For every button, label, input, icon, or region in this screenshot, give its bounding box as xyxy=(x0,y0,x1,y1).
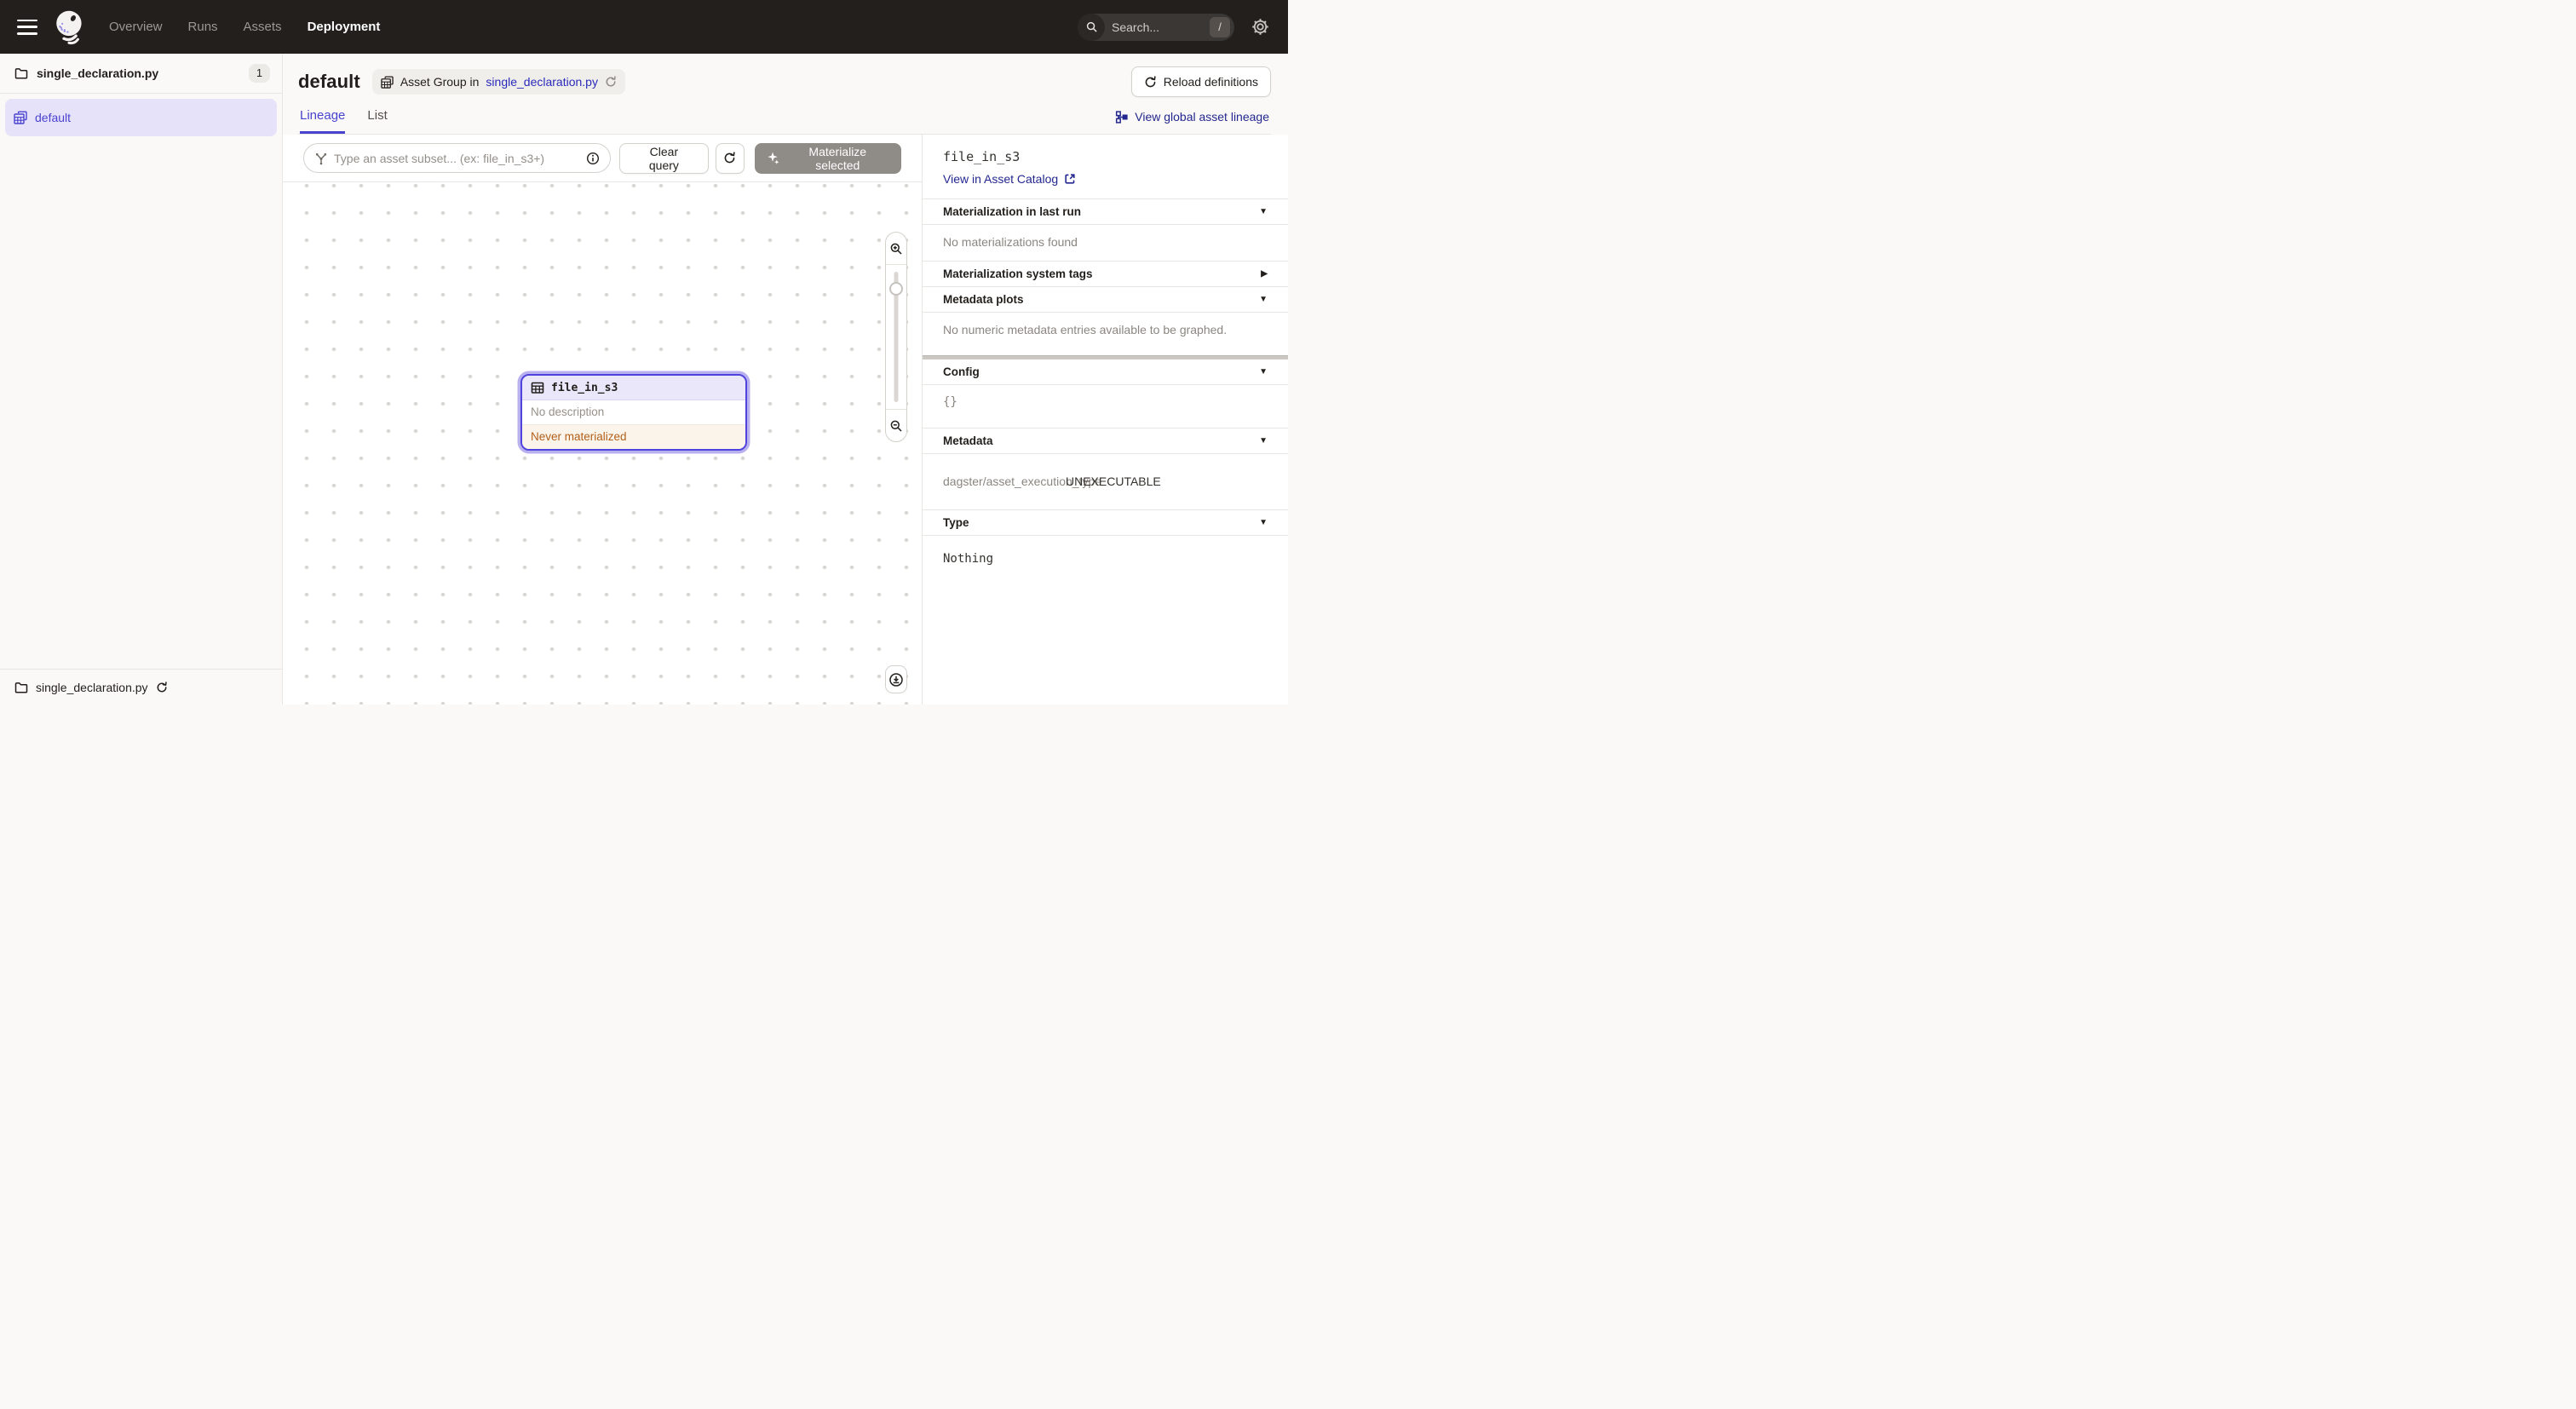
download-icon xyxy=(888,672,904,687)
refresh-graph-button[interactable] xyxy=(716,143,745,174)
metadata-key: dagster/asset_execution_type xyxy=(943,474,1066,488)
sparkle-icon xyxy=(767,152,779,164)
asset-group-context-pill: Asset Group in single_declaration.py xyxy=(372,69,625,95)
dagster-logo[interactable] xyxy=(49,8,87,47)
section-materialization-system-tags[interactable]: Materialization system tags ▶ xyxy=(923,261,1288,286)
view-in-asset-catalog-link[interactable]: View in Asset Catalog xyxy=(943,172,1268,186)
config-value: {} xyxy=(923,384,1288,428)
context-repo-link[interactable]: single_declaration.py xyxy=(486,75,598,89)
zoom-controls xyxy=(885,232,907,442)
reload-location-icon[interactable] xyxy=(605,76,617,88)
asset-group-header: default Asset Group in single_declaratio… xyxy=(283,54,1288,135)
materialize-selected-button[interactable]: Materialize selected xyxy=(755,143,901,174)
global-search[interactable]: / xyxy=(1078,14,1234,41)
section-type[interactable]: Type ▼ xyxy=(923,509,1288,535)
zoom-out-icon xyxy=(889,419,903,433)
asset-group-icon xyxy=(14,111,27,124)
folder-icon xyxy=(14,681,28,694)
search-input[interactable] xyxy=(1105,20,1210,34)
sidebar-footer-repo[interactable]: single_declaration.py xyxy=(0,669,282,704)
info-icon[interactable] xyxy=(586,152,600,165)
footer-repo-name: single_declaration.py xyxy=(36,681,148,694)
type-value: Nothing xyxy=(923,535,1288,582)
repo-asset-count-badge: 1 xyxy=(249,64,270,83)
primary-nav: Overview Runs Assets Deployment xyxy=(109,20,380,34)
code-location-sidebar: single_declaration.py 1 default single_d… xyxy=(0,54,283,704)
zoom-in-button[interactable] xyxy=(886,233,906,265)
tabs: Lineage List View global asset lineage xyxy=(298,108,1271,135)
table-icon xyxy=(531,381,544,394)
asset-subset-query[interactable] xyxy=(303,143,611,173)
tab-list[interactable]: List xyxy=(367,108,387,134)
gear-icon[interactable] xyxy=(1251,18,1269,36)
view-global-asset-lineage-link[interactable]: View global asset lineage xyxy=(1115,110,1269,134)
context-prefix: Asset Group in xyxy=(400,75,480,89)
nav-item-runs[interactable]: Runs xyxy=(188,20,218,34)
lineage-toolbar: Clear query Materialize selected xyxy=(283,135,922,182)
nav-item-assets[interactable]: Assets xyxy=(244,20,282,34)
search-icon xyxy=(1078,14,1105,41)
hamburger-menu-icon[interactable] xyxy=(17,20,37,35)
node-status-never-materialized: Never materialized xyxy=(522,424,745,449)
repo-name: single_declaration.py xyxy=(37,66,158,80)
zoom-out-button[interactable] xyxy=(886,409,906,441)
asset-group-icon xyxy=(381,76,394,89)
sidebar-item-default-group[interactable]: default xyxy=(5,99,277,136)
section-metadata[interactable]: Metadata ▼ xyxy=(923,428,1288,453)
tab-lineage[interactable]: Lineage xyxy=(300,108,345,134)
asset-node-file-in-s3[interactable]: file_in_s3 No description Never material… xyxy=(520,374,747,451)
chevron-down-icon: ▼ xyxy=(1259,436,1268,446)
asset-graph-icon xyxy=(314,152,328,165)
download-image-button[interactable] xyxy=(885,665,907,693)
metadata-table-row: dagster/asset_execution_type UNEXECUTABL… xyxy=(923,453,1288,509)
section-metadata-plots[interactable]: Metadata plots ▼ xyxy=(923,286,1288,312)
metadata-plots-empty-state: No numeric metadata entries available to… xyxy=(923,312,1288,355)
section-config[interactable]: Config ▼ xyxy=(923,359,1288,384)
reload-repo-icon[interactable] xyxy=(156,681,168,693)
node-description: No description xyxy=(522,400,745,424)
search-shortcut-key: / xyxy=(1210,17,1230,37)
sidebar-repo-row[interactable]: single_declaration.py 1 xyxy=(0,54,282,94)
node-name: file_in_s3 xyxy=(551,382,618,394)
chevron-down-icon: ▼ xyxy=(1259,207,1268,216)
zoom-in-icon xyxy=(889,242,903,256)
refresh-icon xyxy=(723,152,736,164)
page-title: default xyxy=(298,71,360,93)
zoom-slider[interactable] xyxy=(886,265,906,409)
asset-subset-input[interactable] xyxy=(334,152,580,165)
materialization-empty-state: No materializations found xyxy=(923,224,1288,261)
nav-item-deployment[interactable]: Deployment xyxy=(308,20,381,34)
lineage-graph-icon xyxy=(1115,111,1128,124)
section-materialization-last-run[interactable]: Materialization in last run ▼ xyxy=(923,198,1288,224)
chevron-down-icon: ▼ xyxy=(1259,518,1268,527)
chevron-down-icon: ▼ xyxy=(1259,367,1268,377)
lineage-canvas[interactable]: file_in_s3 No description Never material… xyxy=(283,182,922,704)
chevron-right-icon: ▶ xyxy=(1261,269,1268,279)
group-label: default xyxy=(35,111,71,124)
chevron-down-icon: ▼ xyxy=(1259,295,1268,304)
top-nav: Overview Runs Assets Deployment / xyxy=(0,0,1288,54)
external-link-icon xyxy=(1064,173,1076,185)
lineage-pane: Clear query Materialize selected xyxy=(283,135,922,704)
reload-definitions-button[interactable]: Reload definitions xyxy=(1131,66,1271,97)
nav-item-overview[interactable]: Overview xyxy=(109,20,163,34)
folder-icon xyxy=(14,66,28,80)
reload-icon xyxy=(1144,76,1157,89)
asset-name: file_in_s3 xyxy=(943,149,1268,164)
asset-detail-panel: file_in_s3 View in Asset Catalog Materia… xyxy=(922,135,1288,704)
clear-query-button[interactable]: Clear query xyxy=(619,143,709,174)
metadata-value: UNEXECUTABLE xyxy=(1066,474,1268,488)
zoom-slider-thumb[interactable] xyxy=(889,282,903,296)
